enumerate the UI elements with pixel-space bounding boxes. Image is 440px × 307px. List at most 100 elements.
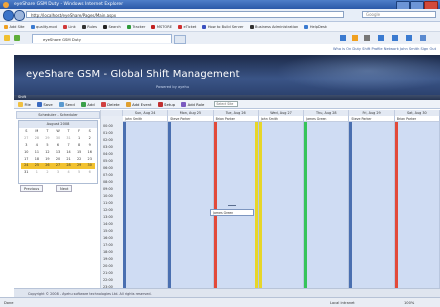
shift-stripe[interactable] (349, 122, 353, 288)
search-input[interactable]: Google (362, 11, 436, 18)
calendar-day[interactable]: 31 (63, 136, 74, 142)
calendar-day[interactable]: 8 (74, 143, 85, 149)
feeds-icon[interactable] (352, 35, 358, 41)
calendar-day[interactable]: 18 (32, 157, 43, 163)
toolbar-send-button[interactable]: Send (58, 101, 75, 107)
calendar-day[interactable]: 24 (21, 163, 32, 170)
calendar-day[interactable]: 9 (84, 143, 95, 149)
calendar-day[interactable]: 30 (53, 136, 64, 142)
tools-menu-icon[interactable] (392, 35, 398, 41)
shift-stripe[interactable] (123, 122, 126, 288)
calendar-day[interactable]: 29 (42, 136, 53, 142)
calendar-day[interactable]: 4 (63, 170, 74, 176)
calendar-day[interactable]: 31 (21, 170, 32, 176)
calendar-day[interactable]: 21 (63, 157, 74, 163)
calendar-day[interactable]: 28 (63, 163, 74, 170)
shift-stripe[interactable] (304, 122, 308, 288)
calendar-day[interactable]: 5 (74, 170, 85, 176)
calendar-day[interactable]: 12 (42, 150, 53, 156)
calendar-day[interactable]: 17 (21, 157, 32, 163)
time-label: 21:00 (103, 271, 113, 275)
forward-button[interactable] (14, 10, 25, 21)
calendar-day[interactable]: 10 (21, 150, 32, 156)
research-icon[interactable] (420, 35, 426, 41)
favorite-link[interactable]: Tracker (126, 24, 145, 29)
shift-stripe[interactable] (394, 122, 398, 288)
favorite-link[interactable]: Link (62, 24, 76, 29)
calendar-day[interactable]: 6 (84, 170, 95, 176)
calendar-day[interactable]: 6 (53, 143, 64, 149)
calendar-day[interactable]: 2 (84, 136, 95, 142)
calendar-day[interactable]: 14 (63, 150, 74, 156)
toolbar-add-button[interactable]: Add (80, 101, 95, 107)
user-links[interactable]: Who is On Duty Shift Profile Network Joh… (333, 47, 436, 51)
calendar-day[interactable]: 4 (32, 143, 43, 149)
favorite-link[interactable]: Business Administration (249, 24, 298, 29)
site-select[interactable]: Select Site (214, 101, 239, 107)
favorite-link[interactable]: Rules (81, 24, 97, 29)
calendar-day[interactable]: 13 (53, 150, 64, 156)
calendar-day[interactable]: 27 (52, 163, 64, 170)
print-icon[interactable] (364, 35, 370, 41)
day-column[interactable]: Steve Parker (349, 116, 395, 288)
calendar-day[interactable]: 3 (53, 170, 64, 176)
calendar-day[interactable]: 26 (42, 163, 53, 170)
toolbar-save-button[interactable]: Save (36, 101, 53, 107)
home-icon[interactable] (340, 35, 346, 41)
calendar-day[interactable]: 11 (32, 150, 43, 156)
calendar-day[interactable]: 22 (74, 157, 85, 163)
page-menu-icon[interactable] (378, 35, 384, 41)
favorite-link[interactable]: quality.mod (30, 24, 57, 29)
shift-stripe[interactable] (213, 122, 217, 288)
add-favorite-icon[interactable] (14, 35, 20, 41)
calendar-day[interactable]: 7 (63, 143, 74, 149)
calendar-day[interactable]: 27 (21, 136, 32, 142)
shift-stripe[interactable] (258, 122, 262, 288)
zoom-level[interactable]: 100% (404, 301, 414, 305)
shift-stripe[interactable] (168, 122, 172, 288)
next-button[interactable]: Next (56, 185, 73, 192)
day-column[interactable]: Steve Parker (168, 116, 214, 288)
url-field[interactable]: http://localhost/eyeShare/Pages/Main.asp… (26, 11, 344, 18)
previous-button[interactable]: Previous (20, 185, 44, 192)
calendar-day[interactable]: 19 (42, 157, 53, 163)
shift-resize-handle[interactable] (228, 205, 236, 208)
favorite-link[interactable]: HelpDesk (304, 24, 327, 29)
toolbar-delete-button[interactable]: Delete (100, 101, 120, 107)
calendar-day[interactable]: 1 (32, 170, 43, 176)
calendar-day[interactable]: 20 (53, 157, 64, 163)
calendar-month[interactable]: August 2008 (19, 121, 97, 128)
calendar-day[interactable]: 3 (21, 143, 32, 149)
calendar-day[interactable]: 15 (74, 150, 85, 156)
browser-tab[interactable]: eyeShare GSM Duty (32, 34, 172, 43)
day-column[interactable]: Brian Parker (213, 116, 259, 288)
favorite-link[interactable]: eTicket (178, 24, 196, 29)
calendar-day[interactable]: 29 (73, 163, 85, 170)
calendar-day[interactable]: 30 (84, 163, 95, 170)
day-column[interactable]: James Green (304, 116, 350, 288)
toolbar-add-role-button[interactable]: Add Role (181, 101, 204, 107)
calendar-day[interactable]: 16 (84, 150, 95, 156)
toolbar-setup-button[interactable]: Setup (157, 101, 175, 107)
back-button[interactable] (3, 10, 14, 21)
toolbar-add-event-button[interactable]: Add Event (125, 101, 152, 107)
favorite-link[interactable]: Add Site (4, 24, 25, 29)
help-icon[interactable] (406, 35, 412, 41)
calendar-day[interactable]: 5 (42, 143, 53, 149)
calendar-day[interactable]: 2 (42, 170, 53, 176)
calendar-day[interactable]: 25 (31, 163, 43, 170)
shift-stripe[interactable] (254, 122, 258, 288)
favorite-link[interactable]: MSTORE (151, 24, 172, 29)
favorites-star-icon[interactable] (4, 35, 10, 41)
day-column[interactable]: Brian Parker (394, 116, 440, 288)
day-column[interactable]: John Smith (123, 116, 169, 288)
calendar-day[interactable]: 1 (74, 136, 85, 142)
calendar-day[interactable]: 28 (32, 136, 43, 142)
favorite-link[interactable]: How to Build Server (202, 24, 244, 29)
shift-block[interactable]: James Green (210, 209, 254, 216)
calendar-day[interactable]: 23 (84, 157, 95, 163)
day-column[interactable]: John Smith (258, 116, 305, 288)
toolbar-file-button[interactable]: File (18, 101, 31, 107)
favorite-link[interactable]: Search (102, 24, 121, 29)
new-tab-button[interactable] (174, 35, 186, 44)
